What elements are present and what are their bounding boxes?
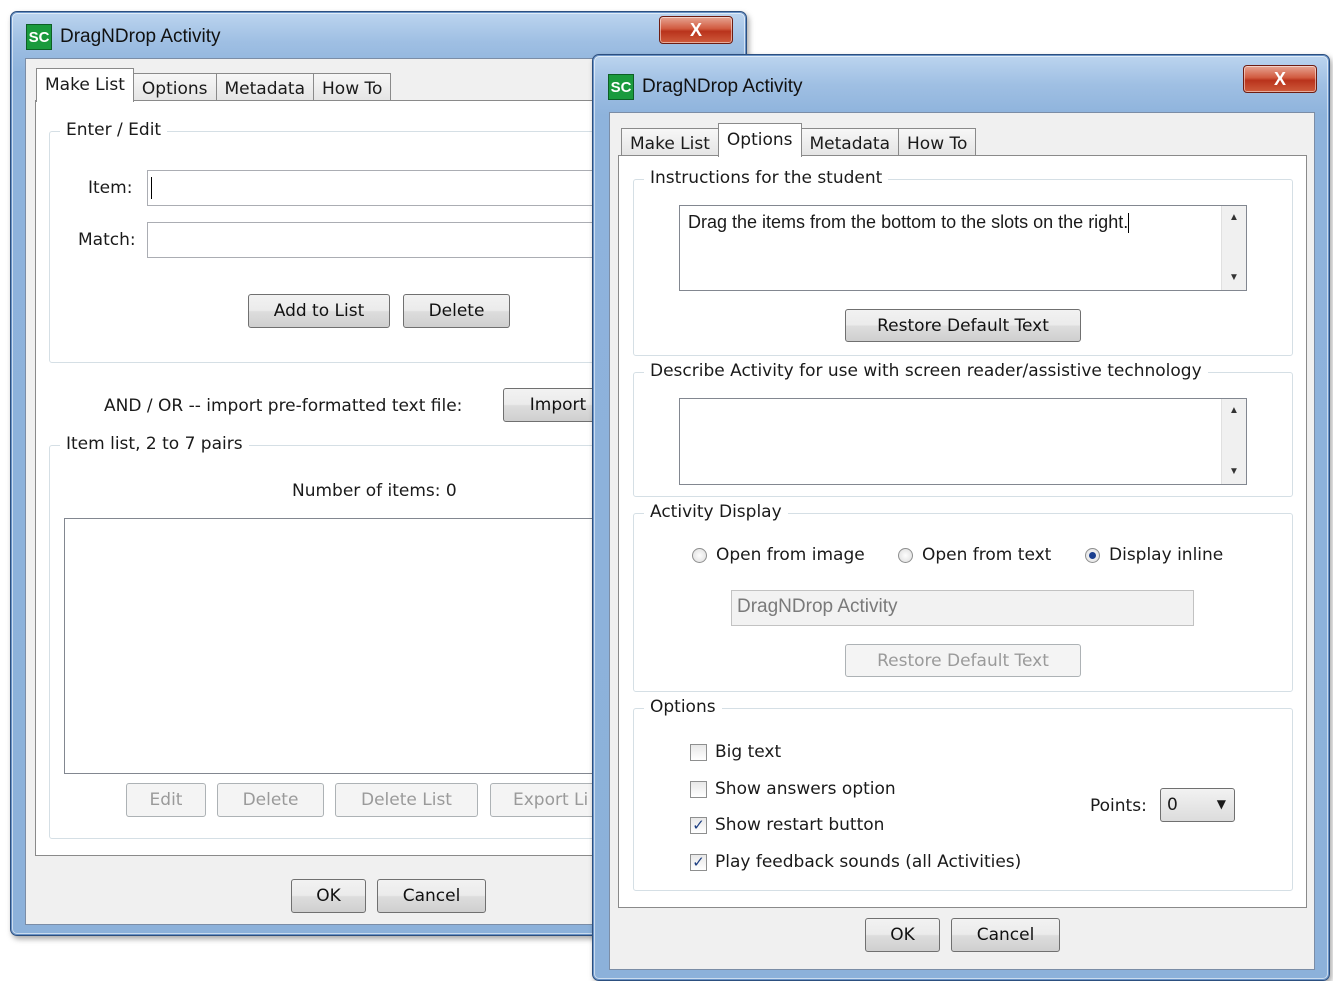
edit-button[interactable]: Edit xyxy=(126,783,206,817)
tab-how-to[interactable]: How To xyxy=(898,128,977,157)
scroll-up-icon[interactable]: ▲ xyxy=(1222,401,1246,421)
close-icon: X xyxy=(1273,68,1286,89)
options-legend: Options xyxy=(644,697,722,717)
radio-circle-selected xyxy=(1085,547,1100,563)
front-cancel-button[interactable]: Cancel xyxy=(951,918,1060,952)
options-group: Options Big text Show answers option ✓ S… xyxy=(633,697,1293,891)
back-tab-strip: Make List Options Metadata How To xyxy=(36,68,392,102)
front-client-area: Make List Options Metadata How To Instru… xyxy=(609,112,1315,970)
points-label: Points: xyxy=(1090,796,1147,816)
tab-metadata[interactable]: Metadata xyxy=(800,128,900,157)
points-value: 0 xyxy=(1167,795,1178,815)
radio-selected-dot xyxy=(1089,551,1096,559)
checkbox-label: Play feedback sounds (all Activities) xyxy=(715,852,1022,872)
display-title-input[interactable]: DragNDrop Activity xyxy=(731,590,1194,626)
front-dialog-window: SC DragNDrop Activity X Make List Option… xyxy=(592,54,1330,981)
checkbox-label: Big text xyxy=(715,742,782,762)
front-tab-strip: Make List Options Metadata How To xyxy=(621,123,977,157)
restore-instructions-button[interactable]: Restore Default Text xyxy=(845,309,1081,342)
points-dropdown[interactable]: 0 ▼ xyxy=(1160,788,1235,822)
text-caret xyxy=(1128,213,1130,234)
front-ok-button[interactable]: OK xyxy=(865,918,940,952)
instructions-textarea[interactable]: Drag the items from the bottom to the sl… xyxy=(679,205,1247,291)
back-close-button[interactable]: X xyxy=(659,16,733,44)
item-count: Number of items: 0 xyxy=(292,481,457,501)
radio-label: Display inline xyxy=(1109,545,1224,565)
tab-make-list[interactable]: Make List xyxy=(36,68,134,102)
app-icon: SC xyxy=(26,24,52,50)
back-dialog-title: DragNDrop Activity xyxy=(60,26,221,47)
front-dialog-titlebar: SC DragNDrop Activity xyxy=(608,74,803,100)
import-instructions: AND / OR -- import pre-formatted text fi… xyxy=(104,396,463,416)
scroll-up-icon[interactable]: ▲ xyxy=(1222,208,1246,228)
tab-make-list[interactable]: Make List xyxy=(621,128,719,157)
radio-circle xyxy=(692,547,707,563)
radio-label: Open from image xyxy=(716,545,865,565)
front-tab-panel: Instructions for the student Drag the it… xyxy=(618,155,1307,908)
checkbox-box xyxy=(690,780,707,798)
activity-display-group: Activity Display Open from image Open fr… xyxy=(633,502,1293,692)
front-dialog-title: DragNDrop Activity xyxy=(642,76,803,97)
radio-open-from-image[interactable]: Open from image xyxy=(692,545,865,565)
scroll-down-icon[interactable]: ▼ xyxy=(1222,268,1246,288)
app-icon: SC xyxy=(608,74,634,100)
checkbox-label: Show answers option xyxy=(715,779,896,799)
checkmark-icon: ✓ xyxy=(690,816,707,834)
radio-display-inline[interactable]: Display inline xyxy=(1085,545,1223,565)
checkmark-icon: ✓ xyxy=(690,853,707,871)
delete-item-button[interactable]: Delete xyxy=(217,783,324,817)
radio-open-from-text[interactable]: Open from text xyxy=(898,545,1051,565)
back-dialog-titlebar: SC DragNDrop Activity xyxy=(26,24,221,50)
checkbox-box xyxy=(690,743,707,761)
instructions-scrollbar[interactable]: ▲ ▼ xyxy=(1221,206,1246,290)
chevron-down-icon: ▼ xyxy=(1216,797,1226,811)
checkbox-label: Show restart button xyxy=(715,815,885,835)
big-text-checkbox[interactable]: Big text xyxy=(690,742,781,762)
instructions-legend: Instructions for the student xyxy=(644,168,889,188)
tab-options[interactable]: Options xyxy=(132,73,217,102)
describe-textarea[interactable]: ▲ ▼ xyxy=(679,398,1247,485)
display-title-value: DragNDrop Activity xyxy=(737,596,898,617)
scroll-down-icon[interactable]: ▼ xyxy=(1222,462,1246,482)
play-sounds-checkbox[interactable]: ✓ Play feedback sounds (all Activities) xyxy=(690,852,1021,872)
front-close-button[interactable]: X xyxy=(1243,65,1317,93)
tab-how-to[interactable]: How To xyxy=(313,73,392,102)
activity-display-legend: Activity Display xyxy=(644,502,788,522)
match-label: Match: xyxy=(78,230,136,250)
close-icon: X xyxy=(689,19,702,40)
instructions-group: Instructions for the student Drag the it… xyxy=(633,168,1293,356)
radio-label: Open from text xyxy=(922,545,1052,565)
delete-list-button[interactable]: Delete List xyxy=(335,783,478,817)
describe-legend: Describe Activity for use with screen re… xyxy=(644,361,1208,381)
enter-edit-legend: Enter / Edit xyxy=(60,120,168,140)
radio-circle xyxy=(898,547,913,563)
delete-button[interactable]: Delete xyxy=(403,294,510,328)
instructions-text: Drag the items from the bottom to the sl… xyxy=(688,212,1129,232)
show-restart-checkbox[interactable]: ✓ Show restart button xyxy=(690,815,884,835)
back-ok-button[interactable]: OK xyxy=(291,879,366,913)
item-list-box[interactable] xyxy=(64,518,664,774)
tab-options[interactable]: Options xyxy=(717,123,802,157)
show-answers-checkbox[interactable]: Show answers option xyxy=(690,779,896,799)
text-caret xyxy=(151,177,152,199)
back-cancel-button[interactable]: Cancel xyxy=(377,879,486,913)
item-label: Item: xyxy=(88,178,133,198)
describe-scrollbar[interactable]: ▲ ▼ xyxy=(1221,399,1246,484)
describe-group: Describe Activity for use with screen re… xyxy=(633,361,1293,497)
restore-display-button[interactable]: Restore Default Text xyxy=(845,644,1081,677)
tab-metadata[interactable]: Metadata xyxy=(215,73,315,102)
item-list-legend: Item list, 2 to 7 pairs xyxy=(60,434,249,454)
add-to-list-button[interactable]: Add to List xyxy=(248,294,390,328)
